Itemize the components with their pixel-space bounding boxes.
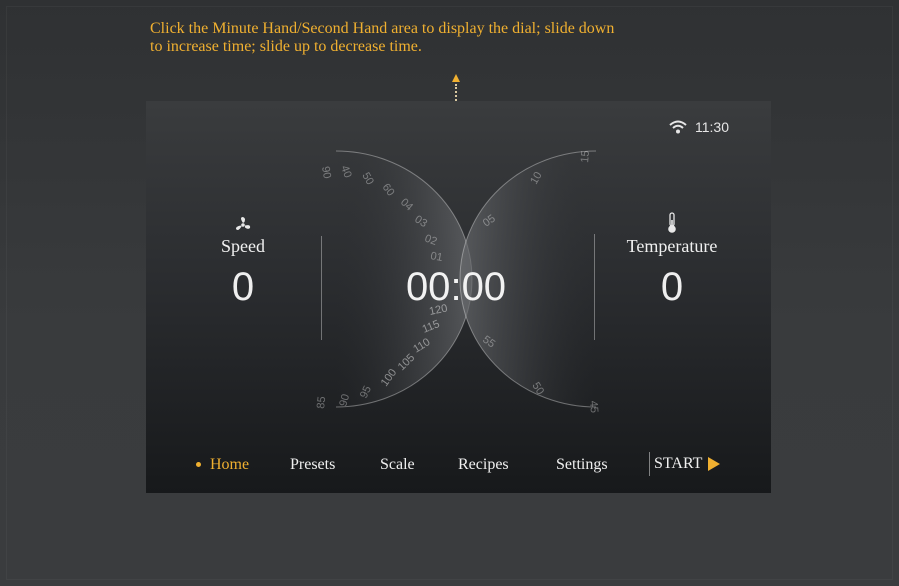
temperature-divider: [594, 234, 595, 340]
temperature-panel[interactable]: Temperature 0: [614, 206, 730, 310]
timer-minutes[interactable]: 00: [406, 265, 451, 309]
nav-label-presets: Presets: [290, 456, 336, 473]
speed-label: Speed: [221, 236, 265, 256]
timer-seconds[interactable]: 00: [462, 265, 507, 309]
active-dot-icon: [196, 462, 201, 467]
speed-value: 0: [231, 265, 255, 309]
temperature-label: Temperature: [626, 236, 718, 256]
nav-label-scale: Scale: [380, 456, 415, 473]
temperature-value: 0: [660, 265, 684, 309]
nav-item-settings[interactable]: Settings: [556, 456, 608, 474]
speed-panel[interactable]: Speed 0: [188, 206, 298, 310]
svg-text:01: 01: [429, 250, 443, 264]
timer-display[interactable]: 00:00: [396, 265, 516, 310]
nav-item-recipes[interactable]: Recipes: [458, 456, 509, 474]
fan-icon: [188, 206, 298, 234]
nav-label-settings: Settings: [556, 456, 608, 473]
instruction-text: Click the Minute Hand/Second Hand area t…: [150, 20, 750, 56]
svg-text:85: 85: [315, 396, 328, 409]
nav-item-presets[interactable]: Presets: [290, 456, 335, 474]
timer-separator: :: [450, 265, 462, 309]
nav-label-recipes: Recipes: [458, 456, 509, 473]
play-icon: [708, 457, 721, 471]
nav-item-scale[interactable]: Scale: [380, 456, 415, 474]
speed-divider: [321, 236, 322, 340]
nav-item-home[interactable]: Home: [196, 456, 250, 474]
thermometer-icon: [614, 206, 730, 234]
device-screen: 11:30 90 40 50 60 04 03 02 01 120 115 11…: [146, 101, 771, 493]
guide-arrow-icon: [452, 74, 460, 82]
instruction-line-2: to increase time; slide up to decrease t…: [150, 38, 422, 55]
svg-text:90: 90: [319, 165, 333, 179]
instruction-line-1: Click the Minute Hand/Second Hand area t…: [150, 20, 615, 37]
start-label: START: [654, 455, 703, 472]
bottom-nav: Home Presets Scale Recipes Settings STAR…: [146, 452, 771, 478]
start-button[interactable]: START: [649, 452, 721, 476]
svg-text:45: 45: [587, 400, 600, 413]
nav-label-home: Home: [210, 456, 250, 473]
svg-text:15: 15: [579, 150, 592, 163]
